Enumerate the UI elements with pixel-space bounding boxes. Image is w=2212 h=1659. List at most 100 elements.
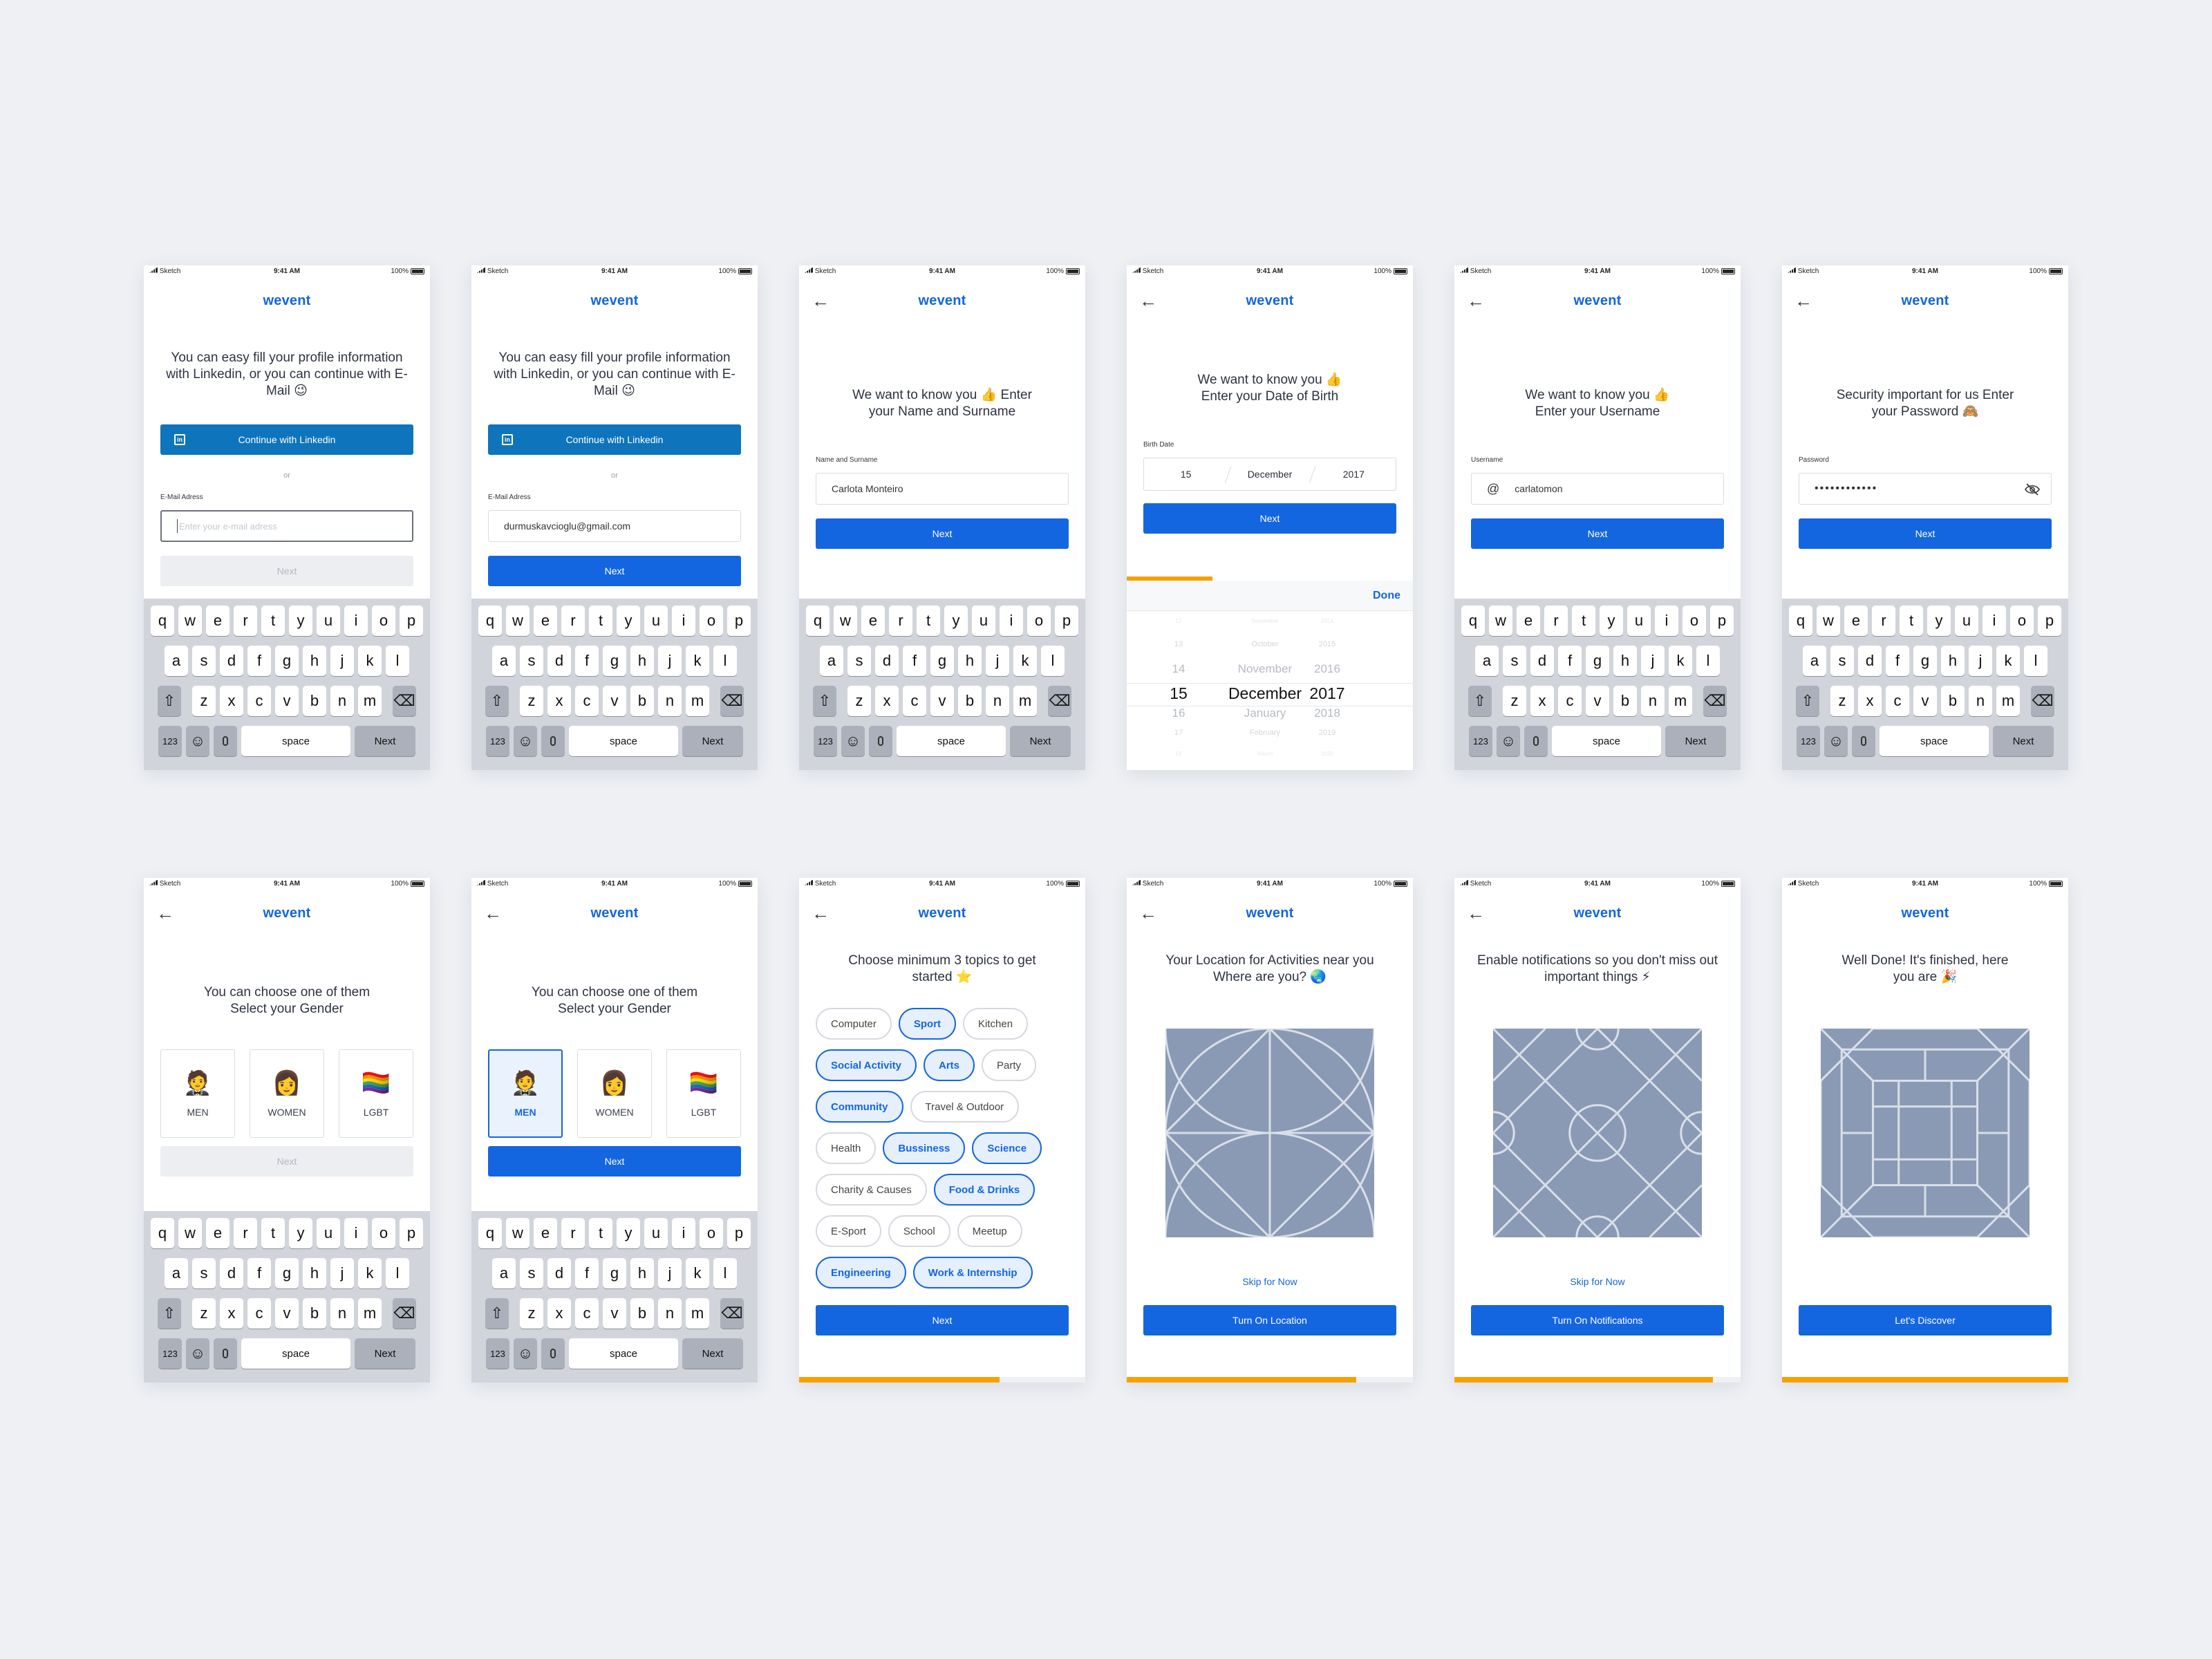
microphone-icon[interactable] bbox=[869, 726, 892, 756]
key-v[interactable]: v bbox=[603, 1298, 626, 1329]
gender-women[interactable]: 👩 WOMEN bbox=[250, 1049, 324, 1138]
key-w[interactable]: w bbox=[178, 606, 202, 636]
shift-icon[interactable]: ⇧ bbox=[158, 686, 181, 716]
key-d[interactable]: d bbox=[220, 1258, 243, 1288]
topic-chip[interactable]: Party bbox=[982, 1049, 1037, 1081]
keyboard-next-key[interactable]: Next bbox=[682, 1338, 743, 1369]
gender-lgbt[interactable]: 🏳️‍🌈 LGBT bbox=[339, 1049, 413, 1138]
emoji-icon[interactable]: ☺ bbox=[186, 726, 209, 756]
keyboard-next-key[interactable]: Next bbox=[1665, 726, 1726, 756]
gender-lgbt[interactable]: 🏳️‍🌈 LGBT bbox=[666, 1049, 741, 1138]
key-v[interactable]: v bbox=[1586, 686, 1609, 716]
key-e[interactable]: e bbox=[206, 606, 229, 636]
topic-chip[interactable]: Health bbox=[816, 1132, 877, 1164]
topic-chip[interactable]: Work & Internship bbox=[912, 1257, 1033, 1288]
shift-icon[interactable]: ⇧ bbox=[1796, 686, 1819, 716]
key-k[interactable]: k bbox=[358, 1258, 382, 1288]
keyboard-next-key[interactable]: Next bbox=[1993, 726, 2054, 756]
key-c[interactable]: c bbox=[575, 686, 599, 716]
key-f[interactable]: f bbox=[575, 646, 599, 676]
key-i[interactable]: i bbox=[344, 606, 368, 636]
picker-option[interactable]: 2015 bbox=[1300, 640, 1355, 648]
key-b[interactable]: b bbox=[303, 686, 326, 716]
key-y[interactable]: y bbox=[944, 606, 968, 636]
key-x[interactable]: x bbox=[1530, 686, 1554, 716]
delete-icon[interactable]: ⌫ bbox=[1048, 686, 1071, 716]
next-button[interactable]: Next bbox=[160, 1146, 413, 1177]
key-k[interactable]: k bbox=[1669, 646, 1692, 676]
key-d[interactable]: d bbox=[547, 646, 571, 676]
key-x[interactable]: x bbox=[547, 1298, 571, 1329]
key-r[interactable]: r bbox=[1872, 606, 1895, 636]
next-button[interactable]: Next bbox=[1143, 503, 1396, 534]
shift-icon[interactable]: ⇧ bbox=[485, 1298, 509, 1329]
shift-icon[interactable]: ⇧ bbox=[485, 686, 509, 716]
key-v[interactable]: v bbox=[603, 686, 626, 716]
space-key[interactable]: space bbox=[569, 726, 678, 756]
key-o[interactable]: o bbox=[700, 1218, 723, 1248]
key-a[interactable]: a bbox=[165, 1258, 188, 1288]
key-t[interactable]: t bbox=[1572, 606, 1595, 636]
key-j[interactable]: j bbox=[1969, 646, 1992, 676]
key-j[interactable]: j bbox=[658, 1258, 682, 1288]
topic-chip[interactable]: Computer bbox=[816, 1008, 892, 1040]
topic-chip[interactable]: E-Sport bbox=[816, 1215, 881, 1247]
key-s[interactable]: s bbox=[1503, 646, 1526, 676]
shift-icon[interactable]: ⇧ bbox=[813, 686, 836, 716]
key-z[interactable]: z bbox=[1503, 686, 1526, 716]
key-w[interactable]: w bbox=[506, 606, 529, 636]
picker-option[interactable]: 2014 bbox=[1300, 618, 1355, 624]
key-y[interactable]: y bbox=[1927, 606, 1951, 636]
turn-on-location-button[interactable]: Turn On Location bbox=[1143, 1305, 1396, 1335]
topic-chip[interactable]: Meetup bbox=[957, 1215, 1022, 1247]
key-s[interactable]: s bbox=[192, 646, 216, 676]
key-i[interactable]: i bbox=[344, 1218, 368, 1248]
email-input[interactable]: durmuskavcioglu@gmail.com bbox=[488, 510, 741, 542]
key-w[interactable]: w bbox=[834, 606, 857, 636]
key-q[interactable]: q bbox=[806, 606, 830, 636]
key-q[interactable]: q bbox=[478, 1218, 502, 1248]
numbers-key[interactable]: 123 bbox=[486, 1338, 509, 1369]
key-o[interactable]: o bbox=[1683, 606, 1706, 636]
key-q[interactable]: q bbox=[1461, 606, 1485, 636]
key-g[interactable]: g bbox=[930, 646, 954, 676]
skip-link[interactable]: Skip for Now bbox=[1127, 1276, 1413, 1287]
topic-chip[interactable]: Community bbox=[816, 1091, 903, 1123]
eye-off-icon[interactable] bbox=[2025, 483, 2040, 496]
key-u[interactable]: u bbox=[1627, 606, 1651, 636]
key-o[interactable]: o bbox=[1027, 606, 1051, 636]
microphone-icon[interactable] bbox=[541, 1338, 565, 1369]
key-x[interactable]: x bbox=[547, 686, 571, 716]
delete-icon[interactable]: ⌫ bbox=[393, 1298, 416, 1329]
microphone-icon[interactable] bbox=[214, 1338, 237, 1369]
lets-discover-button[interactable]: Let's Discover bbox=[1799, 1305, 2052, 1335]
linkedin-button[interactable]: in Continue with Linkedin bbox=[160, 424, 413, 455]
key-h[interactable]: h bbox=[303, 646, 326, 676]
key-t[interactable]: t bbox=[917, 606, 940, 636]
key-x[interactable]: x bbox=[220, 1298, 243, 1329]
key-y[interactable]: y bbox=[289, 606, 312, 636]
username-input[interactable]: @ carlatomon bbox=[1471, 473, 1724, 505]
key-a[interactable]: a bbox=[492, 646, 516, 676]
key-l[interactable]: l bbox=[386, 1258, 409, 1288]
key-m[interactable]: m bbox=[1996, 686, 2020, 716]
key-l[interactable]: l bbox=[386, 646, 409, 676]
key-e[interactable]: e bbox=[861, 606, 885, 636]
emoji-icon[interactable]: ☺ bbox=[841, 726, 865, 756]
space-key[interactable]: space bbox=[241, 726, 350, 756]
key-i[interactable]: i bbox=[1655, 606, 1678, 636]
key-i[interactable]: i bbox=[1983, 606, 2006, 636]
key-s[interactable]: s bbox=[847, 646, 871, 676]
key-l[interactable]: l bbox=[713, 1258, 737, 1288]
key-q[interactable]: q bbox=[151, 1218, 174, 1248]
key-e[interactable]: e bbox=[534, 606, 557, 636]
picker-option[interactable]: 2018 bbox=[1300, 706, 1355, 720]
topic-chip[interactable]: Social Activity bbox=[816, 1049, 917, 1081]
key-v[interactable]: v bbox=[930, 686, 954, 716]
emoji-icon[interactable]: ☺ bbox=[186, 1338, 209, 1369]
key-r[interactable]: r bbox=[561, 1218, 585, 1248]
key-z[interactable]: z bbox=[192, 686, 216, 716]
key-e[interactable]: e bbox=[534, 1218, 557, 1248]
key-c[interactable]: c bbox=[1558, 686, 1582, 716]
key-c[interactable]: c bbox=[903, 686, 926, 716]
